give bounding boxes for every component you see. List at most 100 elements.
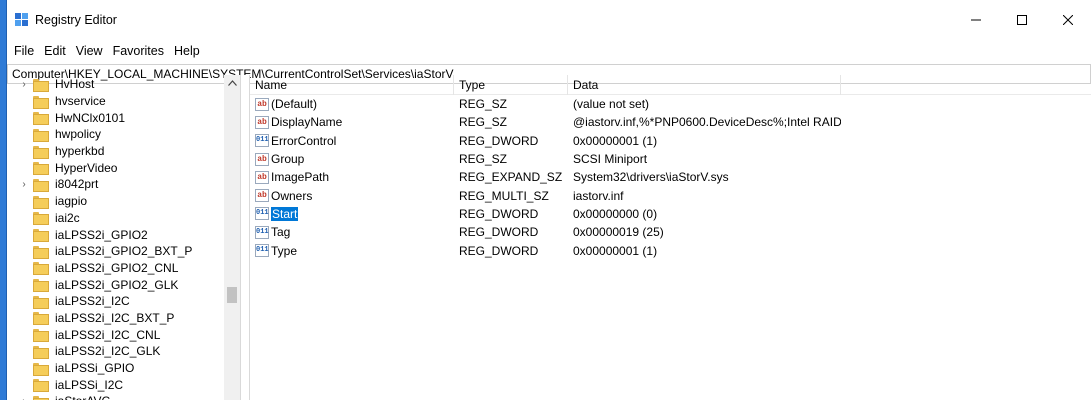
menu-help[interactable]: Help	[169, 44, 205, 58]
folder-icon	[33, 312, 49, 326]
tree-item[interactable]: iaLPSS2i_GPIO2	[7, 226, 224, 243]
close-button[interactable]	[1045, 0, 1091, 40]
value-row[interactable]: ab (Default) REG_SZ (value not set)	[250, 95, 1091, 113]
value-type: REG_SZ	[459, 152, 508, 167]
menu-favorites[interactable]: Favorites	[108, 44, 169, 58]
tree-item[interactable]: iaLPSS2i_GPIO2_GLK	[7, 276, 224, 293]
tree-item[interactable]: hvservice	[7, 93, 224, 110]
tree-item[interactable]: iaLPSS2i_I2C_BXT_P	[7, 310, 224, 327]
registry-editor-window: Registry Editor File Edit View Favorites…	[6, 0, 1091, 400]
folder-icon	[33, 162, 49, 176]
tree-item[interactable]: HwNClx0101	[7, 109, 224, 126]
value-type: REG_SZ	[459, 97, 508, 112]
value-type: REG_EXPAND_SZ	[459, 170, 563, 185]
tree-item[interactable]: hwpolicy	[7, 126, 224, 143]
value-name: Tag	[271, 225, 291, 240]
value-row[interactable]: ab Group REG_SZ SCSI Miniport	[250, 150, 1091, 168]
tree-item[interactable]: iaLPSS2i_I2C_GLK	[7, 343, 224, 360]
tree-item-label: iaLPSS2i_GPIO2	[55, 227, 148, 242]
values-list: ab (Default) REG_SZ (value not set) ab Displa…	[250, 95, 1091, 260]
folder-icon	[33, 362, 49, 376]
value-data: 0x00000001 (1)	[573, 133, 658, 148]
tree-item[interactable]: HyperVideo	[7, 159, 224, 176]
folder-icon	[33, 345, 49, 359]
value-row[interactable]: 011 Start REG_DWORD 0x00000000 (0)	[250, 205, 1091, 223]
tree-item[interactable]: iaLPSS2i_GPIO2_BXT_P	[7, 243, 224, 260]
column-header-type[interactable]: Type	[454, 74, 568, 95]
value-row[interactable]: 011 Tag REG_DWORD 0x00000019 (25)	[250, 223, 1091, 241]
value-data: iastorv.inf	[573, 188, 624, 203]
expand-chevron-icon[interactable]: ›	[17, 396, 31, 400]
value-type: REG_MULTI_SZ	[459, 188, 549, 203]
value-data: (value not set)	[573, 97, 650, 112]
scroll-up-arrow-icon	[227, 80, 237, 86]
folder-icon	[33, 78, 49, 92]
tree-item[interactable]: › HvHost	[7, 76, 224, 93]
folder-icon	[33, 95, 49, 109]
expand-chevron-icon[interactable]: ›	[17, 179, 31, 190]
menu-file[interactable]: File	[9, 44, 39, 58]
close-icon	[1063, 15, 1073, 25]
value-row[interactable]: 011 ErrorControl REG_DWORD 0x00000001 (1)	[250, 132, 1091, 150]
folder-icon	[33, 295, 49, 309]
tree-item-label: iaLPSS2i_GPIO2_GLK	[55, 277, 179, 292]
expand-chevron-icon[interactable]: ›	[17, 79, 31, 90]
folder-icon	[33, 112, 49, 126]
menu-bar: File Edit View Favorites Help	[7, 40, 1091, 62]
window-title: Registry Editor	[35, 13, 117, 27]
menu-view[interactable]: View	[71, 44, 108, 58]
value-data: 0x00000000 (0)	[573, 206, 658, 221]
tree-item[interactable]: iai2c	[7, 210, 224, 227]
value-name: (Default)	[271, 97, 318, 112]
values-pane: Name Type Data ab (Default) REG_SZ (value n…	[250, 74, 1091, 400]
value-type: REG_DWORD	[459, 133, 539, 148]
tree-item-label: HwNClx0101	[55, 110, 126, 125]
tree-item[interactable]: › iaStorAVC	[7, 393, 224, 400]
tree-item[interactable]: iaLPSS2i_I2C_CNL	[7, 326, 224, 343]
value-name: ErrorControl	[271, 133, 337, 148]
folder-icon	[33, 128, 49, 142]
column-header-name[interactable]: Name	[250, 74, 454, 95]
value-row[interactable]: ab DisplayName REG_SZ @iastorv.inf,%*PNP060…	[250, 113, 1091, 131]
pane-splitter[interactable]	[241, 75, 250, 400]
tree-item-label: i8042prt	[55, 177, 99, 192]
tree-item-label: hwpolicy	[55, 127, 102, 142]
tree-item[interactable]: iagpio	[7, 193, 224, 210]
value-row[interactable]: ab Owners REG_MULTI_SZ iastorv.inf	[250, 186, 1091, 204]
minimize-button[interactable]	[953, 0, 999, 40]
value-data: SCSI Miniport	[573, 152, 648, 167]
tree-item-label: iaLPSS2i_I2C_BXT_P	[55, 310, 175, 325]
menu-edit[interactable]: Edit	[39, 44, 71, 58]
scroll-up-button[interactable]	[224, 75, 240, 91]
maximize-button[interactable]	[999, 0, 1045, 40]
key-tree-pane[interactable]: › HvHost hvservice HwNClx0101 hwpolicy hyperk…	[7, 75, 241, 400]
value-name: ImagePath	[271, 170, 330, 185]
tree-item[interactable]: hyperkbd	[7, 143, 224, 160]
value-data: @iastorv.inf,%*PNP0600.DeviceDesc%;Intel…	[573, 115, 841, 130]
title-bar[interactable]: Registry Editor	[7, 0, 1091, 40]
folder-icon	[33, 379, 49, 393]
folder-icon	[33, 229, 49, 243]
string-value-icon: ab	[255, 170, 269, 184]
tree-item[interactable]: iaLPSS2i_GPIO2_CNL	[7, 260, 224, 277]
tree-scrollbar[interactable]	[224, 75, 240, 400]
tree-item[interactable]: › i8042prt	[7, 176, 224, 193]
scroll-thumb[interactable]	[227, 287, 237, 303]
tree-item[interactable]: iaLPSSi_I2C	[7, 376, 224, 393]
value-data: 0x00000019 (25)	[573, 225, 664, 240]
tree-item[interactable]: iaLPSS2i_I2C	[7, 293, 224, 310]
value-row[interactable]: 011 Type REG_DWORD 0x00000001 (1)	[250, 241, 1091, 259]
tree-item[interactable]: iaLPSSi_GPIO	[7, 360, 224, 377]
binary-value-icon: 011	[255, 134, 269, 148]
value-type: REG_DWORD	[459, 206, 539, 221]
folder-icon	[33, 395, 49, 400]
value-row[interactable]: ab ImagePath REG_EXPAND_SZ System32\drivers…	[250, 168, 1091, 186]
value-type: REG_DWORD	[459, 243, 539, 258]
value-name: Start	[271, 206, 299, 221]
value-name: DisplayName	[271, 115, 343, 130]
tree-item-label: iaLPSS2i_GPIO2_BXT_P	[55, 244, 193, 259]
column-header-data[interactable]: Data	[568, 74, 841, 95]
value-name: Owners	[271, 188, 313, 203]
folder-icon	[33, 178, 49, 192]
string-value-icon: ab	[255, 189, 269, 203]
